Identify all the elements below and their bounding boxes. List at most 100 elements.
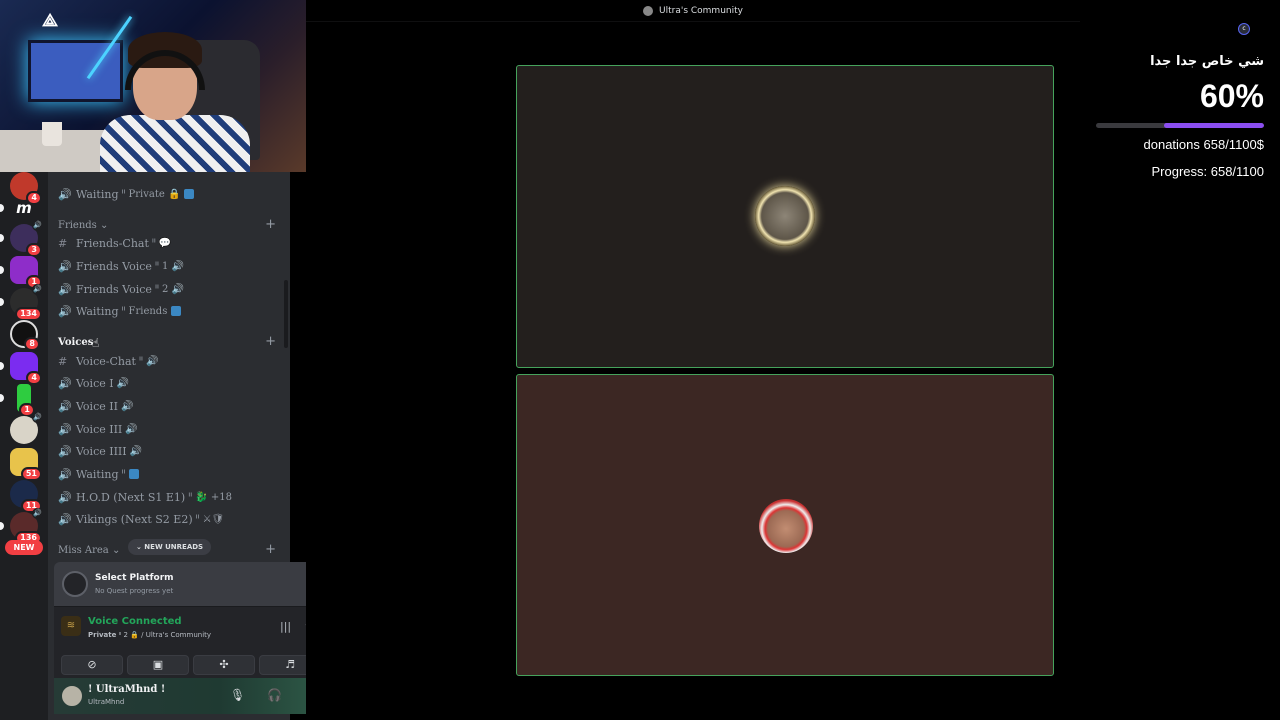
channel-name: Friends-Chat bbox=[76, 236, 149, 250]
signal-icon[interactable]: ≋ bbox=[61, 616, 81, 636]
unread-pill bbox=[0, 362, 4, 370]
server-icon[interactable]: 4 bbox=[10, 352, 42, 385]
text-channel[interactable]: # Voice-Chat ᐦ 🔊 bbox=[58, 350, 158, 372]
user-panel: ! UltraMhnd ! UltraMhnd 🎙 🎧 ⚙ bbox=[54, 678, 330, 714]
speaker-icon: 🔊 bbox=[58, 490, 72, 504]
download-emoji-icon bbox=[184, 189, 195, 199]
microphone-icon[interactable]: 🎙 bbox=[230, 688, 245, 702]
channel-scrollbar[interactable] bbox=[284, 280, 288, 348]
create-channel-plus-icon[interactable]: + bbox=[265, 217, 276, 232]
server-icon[interactable]: 🔊 3 bbox=[10, 220, 43, 257]
app-root: ⟁ 4 m 🔊 3 1 🔊 134 8 4 1 🔊 51 11 🔊 136 NEW 🔊 bbox=[0, 0, 1280, 720]
channel-suffix: ᐦ 1 🔊 bbox=[154, 260, 184, 272]
server-icon[interactable]: 🔊 134 bbox=[10, 284, 43, 321]
channel-suffix: 🔊 bbox=[125, 423, 138, 435]
channel-name: Voice IIII bbox=[76, 444, 127, 458]
quest-panel[interactable]: Select Platform No Quest progress yet bbox=[54, 562, 330, 606]
hash-icon: # bbox=[58, 354, 68, 368]
webcam-overlay: ⟁ bbox=[0, 0, 306, 172]
create-channel-plus-icon[interactable]: + bbox=[265, 542, 276, 557]
avatar[interactable] bbox=[60, 684, 84, 708]
speaker-icon: 🔊 bbox=[58, 512, 72, 526]
donation-percent: 60% bbox=[1199, 78, 1264, 114]
new-servers-badge[interactable]: NEW bbox=[5, 540, 43, 555]
unread-pill bbox=[0, 266, 4, 274]
voice-channel[interactable]: 🔊 Voice I 🔊 bbox=[58, 372, 129, 394]
participant-avatar bbox=[755, 186, 815, 246]
unread-pill bbox=[0, 234, 4, 242]
channel-name: Friends Voice bbox=[76, 282, 152, 296]
channel-list: 🔊 Waiting ᐦ Private 🔒 Friends ⌄ + # Frie… bbox=[48, 172, 330, 720]
voice-channel-path[interactable]: Private ᐦ 2 🔒 / Ultra's Community bbox=[88, 631, 211, 639]
soundboard-icon: ♬ bbox=[285, 658, 295, 671]
channel-name: Waiting bbox=[76, 187, 119, 201]
user-display-name[interactable]: ! UltraMhnd ! bbox=[88, 684, 165, 695]
server-icon[interactable]: 🔊 bbox=[10, 412, 43, 444]
camera-off-button[interactable]: ⊘ bbox=[61, 655, 123, 675]
voice-channel[interactable]: 🔊 Vikings (Next S2 E2) ᐦ ⚔🛡 bbox=[58, 508, 224, 530]
server-icon[interactable]: m bbox=[10, 194, 38, 222]
voice-channel[interactable]: 🔊 Friends Voice ᐦ 2 🔊 bbox=[58, 278, 184, 300]
donation-goal-title: شي خاص جدا جدا bbox=[1150, 54, 1264, 69]
server-icon[interactable]: 11 bbox=[10, 480, 42, 513]
donation-goal-overlay: c شي خاص جدا جدا 60% donations 658/1100$… bbox=[1090, 20, 1270, 190]
voice-channel[interactable]: 🔊 Waiting ᐦ bbox=[58, 463, 140, 485]
mouse-cursor-icon: ☝ bbox=[92, 336, 100, 350]
quest-title: Select Platform bbox=[95, 573, 174, 583]
channel-name: Waiting bbox=[76, 467, 119, 481]
speaker-icon: 🔊 bbox=[58, 422, 72, 436]
participant-tile[interactable] bbox=[516, 65, 1054, 368]
voice-channel[interactable]: 🔊 Voice II 🔊 bbox=[58, 395, 133, 417]
activities-button[interactable]: ✣ bbox=[193, 655, 255, 675]
channel-suffix: ᐦ Private 🔒 bbox=[121, 188, 181, 200]
channel-name: Voice II bbox=[76, 399, 118, 413]
speaker-icon: 🔊 bbox=[58, 282, 72, 296]
user-username: UltraMhnd bbox=[88, 698, 125, 706]
text-channel[interactable]: # Friends-Chat ᐦ 💬 bbox=[58, 232, 171, 254]
screen-share-icon: ▣ bbox=[152, 658, 164, 671]
server-icon[interactable]: 51 bbox=[10, 448, 42, 481]
speaker-icon: 🔊 bbox=[58, 399, 72, 413]
channel-suffix: ᐦ 🐉 +18 bbox=[188, 491, 232, 503]
new-unreads-button[interactable]: ⌄ NEW UNREADS bbox=[128, 539, 212, 555]
channel-suffix: ᐦ bbox=[121, 468, 126, 480]
create-channel-plus-icon[interactable]: + bbox=[265, 334, 276, 349]
server-icon[interactable]: 1 bbox=[17, 384, 35, 417]
channel-suffix: 🔊 bbox=[120, 400, 134, 412]
noise-suppression-icon[interactable]: ||| bbox=[280, 620, 291, 633]
channel-name: Waiting bbox=[76, 304, 119, 318]
webcam-person-shirt bbox=[100, 115, 250, 172]
server-icon[interactable]: 8 bbox=[10, 320, 40, 351]
mention-badge: 51 bbox=[20, 467, 42, 481]
webcam-cup bbox=[42, 122, 62, 146]
voice-channel[interactable]: 🔊 Friends Voice ᐦ 1 🔊 bbox=[58, 255, 184, 277]
voice-channel-detail: ᐦ 2 🔒 / Ultra's Community bbox=[118, 631, 212, 639]
overlay-corner-badge: c bbox=[1238, 23, 1250, 35]
voice-channel[interactable]: 🔊 Waiting ᐦ Private 🔒 bbox=[58, 183, 195, 205]
voice-icon: 🔊 bbox=[32, 284, 43, 295]
speaker-icon: 🔊 bbox=[58, 444, 72, 458]
category-friends[interactable]: Friends ⌄ bbox=[58, 220, 108, 231]
category-miss-area[interactable]: Miss Area ⌄ bbox=[58, 545, 120, 556]
voice-channel[interactable]: 🔊 Voice IIII 🔊 bbox=[58, 440, 142, 462]
voice-channel[interactable]: 🔊 H.O.D (Next S1 E1) ᐦ 🐉 +18 bbox=[58, 486, 232, 508]
quest-controller-icon bbox=[62, 571, 88, 597]
participant-tile[interactable] bbox=[516, 374, 1054, 676]
camera-off-icon: ⊘ bbox=[87, 658, 97, 671]
speaker-icon: 🔊 bbox=[58, 467, 72, 481]
unread-pill bbox=[0, 394, 4, 402]
voice-channel[interactable]: 🔊 Waiting ᐦ Friends bbox=[58, 300, 182, 322]
voice-channel[interactable]: 🔊 Voice III 🔊 bbox=[58, 418, 138, 440]
mention-badge: 134 bbox=[15, 307, 42, 321]
channel-suffix: ᐦ ⚔🛡 bbox=[195, 513, 225, 525]
mention-badge: 4 bbox=[26, 371, 42, 385]
channel-suffix: 🔊 bbox=[116, 377, 130, 389]
headphones-icon[interactable]: 🎧 bbox=[267, 688, 282, 702]
donation-amount: donations 658/1100$ bbox=[1143, 137, 1264, 152]
category-voices[interactable]: Voices bbox=[58, 337, 93, 348]
screen-share-button[interactable]: ▣ bbox=[127, 655, 189, 675]
voice-status[interactable]: Voice Connected bbox=[88, 616, 182, 627]
server-rail: 4 m 🔊 3 1 🔊 134 8 4 1 🔊 51 11 🔊 136 NEW bbox=[0, 172, 48, 720]
server-icon[interactable]: 1 bbox=[10, 256, 42, 289]
server-icon[interactable]: 🔊 136 bbox=[10, 508, 43, 545]
